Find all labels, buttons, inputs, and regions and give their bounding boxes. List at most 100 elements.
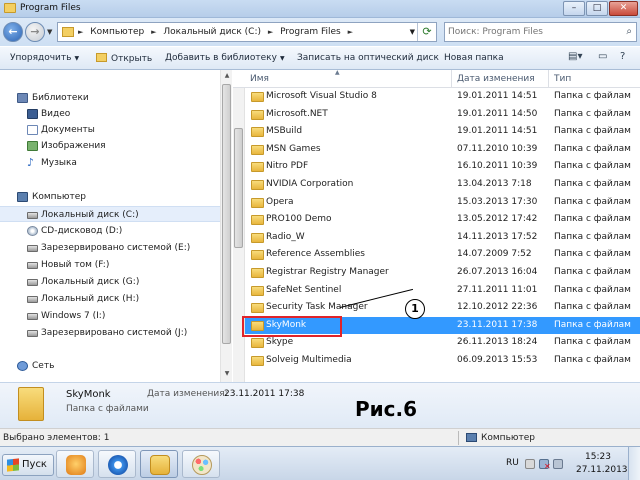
minimize-button[interactable]: –: [563, 1, 585, 16]
nav-network[interactable]: Сеть: [0, 358, 220, 374]
recent-pages-dropdown[interactable]: ▼: [47, 28, 52, 36]
library-icon: [17, 93, 28, 103]
breadcrumb-program-files[interactable]: Program Files: [280, 27, 341, 37]
clock-date[interactable]: 27.11.2013: [576, 465, 628, 475]
file-row[interactable]: Nitro PDF 16.10.2011 10:39 Папка с файлам: [245, 158, 640, 176]
nav-label: Windows 7 (I:): [41, 311, 106, 321]
file-row[interactable]: NVIDIA Corporation 13.04.2013 7:18 Папка с…: [245, 176, 640, 194]
column-type[interactable]: Тип: [554, 74, 571, 84]
view-options-icon[interactable]: ▤▾: [568, 51, 582, 67]
folder-icon: [251, 338, 264, 349]
figure-label: Рис.6: [355, 397, 418, 421]
burn-button[interactable]: Записать на оптический диск: [297, 53, 439, 63]
file-row[interactable]: MSN Games 07.11.2010 10:39 Папка с файлам: [245, 141, 640, 159]
refresh-button[interactable]: ⟳: [417, 23, 436, 41]
nav-music[interactable]: ♪ Музыка: [0, 155, 220, 171]
scroll-down-icon[interactable]: ▼: [222, 370, 232, 380]
nav-drive-g[interactable]: Локальный диск (G:): [0, 274, 220, 290]
taskbar-media-player[interactable]: [56, 450, 94, 478]
column-divider[interactable]: [548, 70, 549, 88]
file-list-scrollbar[interactable]: [233, 88, 245, 382]
clock-time[interactable]: 15:23: [585, 452, 611, 462]
breadcrumb-drive-c[interactable]: Локальный диск (C:): [163, 27, 261, 37]
folder-icon: [251, 127, 264, 138]
folder-icon: [251, 285, 264, 296]
nav-computer[interactable]: Компьютер: [0, 189, 220, 205]
file-row[interactable]: Security Task Manager 12.10.2012 22:36 Пап…: [245, 299, 640, 317]
nav-drive-h[interactable]: Локальный диск (H:): [0, 291, 220, 307]
nav-label: Новый том (F:): [41, 260, 110, 270]
file-name: Security Task Manager: [266, 302, 368, 313]
search-box[interactable]: ⌕: [444, 22, 637, 42]
back-button[interactable]: ←: [3, 22, 23, 42]
address-history-dropdown[interactable]: ▼: [410, 28, 415, 36]
chevron-right-icon[interactable]: ►: [268, 28, 273, 36]
action-center-icon[interactable]: [525, 459, 535, 469]
file-row[interactable]: Microsoft.NET 19.01.2011 14:50 Папка с фай…: [245, 106, 640, 124]
column-divider[interactable]: [451, 70, 452, 88]
add-to-library-button[interactable]: Добавить в библиотеку ▼: [165, 53, 285, 63]
close-button[interactable]: ✕: [609, 1, 638, 16]
file-type: Папка с файлам: [554, 161, 631, 172]
help-icon[interactable]: ?: [620, 51, 625, 67]
hard-drive-icon: [27, 245, 38, 252]
nav-images[interactable]: Изображения: [0, 138, 220, 154]
scroll-thumb[interactable]: [234, 128, 243, 248]
volume-icon[interactable]: [553, 459, 563, 469]
nav-drive-f[interactable]: Новый том (F:): [0, 257, 220, 273]
nav-drive-c[interactable]: Локальный диск (C:): [0, 206, 220, 222]
taskbar-internet-explorer[interactable]: [98, 450, 136, 478]
computer-icon: [17, 192, 28, 202]
folder-icon: [251, 356, 264, 366]
preview-pane-icon[interactable]: ▭: [598, 51, 607, 67]
status-bar: Выбрано элементов: 1 Компьютер: [0, 428, 640, 446]
scroll-thumb[interactable]: [222, 84, 231, 344]
show-desktop-button[interactable]: [628, 447, 640, 480]
file-row[interactable]: SafeNet Sentinel 27.11.2011 11:01 Папка с …: [245, 282, 640, 300]
breadcrumb-computer[interactable]: Компьютер: [90, 27, 144, 37]
column-name[interactable]: Имя: [250, 74, 269, 84]
taskbar-paint[interactable]: [182, 450, 220, 478]
search-icon[interactable]: ⌕: [626, 26, 632, 37]
new-folder-button[interactable]: Новая папка: [444, 53, 504, 63]
pictures-icon: [27, 141, 38, 151]
file-row[interactable]: PRO100 Demo 13.05.2012 17:42 Папка с файла…: [245, 211, 640, 229]
search-input[interactable]: [448, 25, 614, 39]
nav-drive-i[interactable]: Windows 7 (I:): [0, 308, 220, 324]
start-button[interactable]: Пуск: [2, 454, 54, 476]
nav-documents[interactable]: Документы: [0, 122, 220, 138]
nav-drive-d[interactable]: CD-дисковод (D:): [0, 223, 220, 239]
maximize-button[interactable]: □: [586, 1, 608, 16]
navigation-pane: Библиотеки Видео Документы Изображения ♪…: [0, 70, 232, 382]
status-divider: [458, 431, 459, 445]
file-row[interactable]: Registrar Registry Manager 26.07.2013 16:…: [245, 264, 640, 282]
network-disconnected-icon: ✕: [544, 462, 551, 471]
file-row[interactable]: Solveig Multimedia 06.09.2013 15:53 Папка …: [245, 352, 640, 370]
file-row[interactable]: Reference Assemblies 14.07.2009 7:52 Папка…: [245, 246, 640, 264]
nav-drive-j[interactable]: Зарезервировано системой (J:): [0, 325, 220, 341]
chevron-right-icon[interactable]: ►: [348, 28, 353, 36]
nav-libraries[interactable]: Библиотеки: [0, 90, 220, 106]
chevron-right-icon[interactable]: ►: [78, 28, 83, 36]
file-row[interactable]: Opera 15.03.2013 17:30 Папка с файлам: [245, 194, 640, 212]
scroll-up-icon[interactable]: ▲: [222, 72, 232, 82]
forward-button[interactable]: →: [25, 22, 45, 42]
nav-drive-e[interactable]: Зарезервировано системой (E:): [0, 240, 220, 256]
open-button[interactable]: Открыть: [96, 53, 152, 64]
cd-drive-icon: [27, 226, 38, 236]
file-row[interactable]: Skype 26.11.2013 18:24 Папка с файлам: [245, 334, 640, 352]
file-type: Папка с файлам: [554, 91, 631, 101]
column-date[interactable]: Дата изменения: [457, 74, 535, 84]
file-row[interactable]: Radio_W 14.11.2013 17:52 Папка с файлам: [245, 229, 640, 247]
nav-scrollbar[interactable]: ▲ ▼: [220, 70, 232, 382]
address-bar[interactable]: ► Компьютер ► Локальный диск (C:) ► Prog…: [57, 22, 437, 42]
file-row[interactable]: Microsoft Visual Studio 8 19.01.2011 14:5…: [245, 88, 640, 106]
organize-button[interactable]: Упорядочить ▼: [10, 53, 79, 63]
nav-video[interactable]: Видео: [0, 106, 220, 122]
taskbar-explorer[interactable]: [140, 450, 178, 478]
language-indicator[interactable]: RU: [506, 458, 519, 468]
file-row[interactable]: MSBuild 19.01.2011 14:51 Папка с файлам: [245, 123, 640, 141]
chevron-right-icon[interactable]: ►: [151, 28, 156, 36]
internet-explorer-icon: [108, 455, 128, 475]
file-name: Microsoft.NET: [266, 108, 328, 119]
